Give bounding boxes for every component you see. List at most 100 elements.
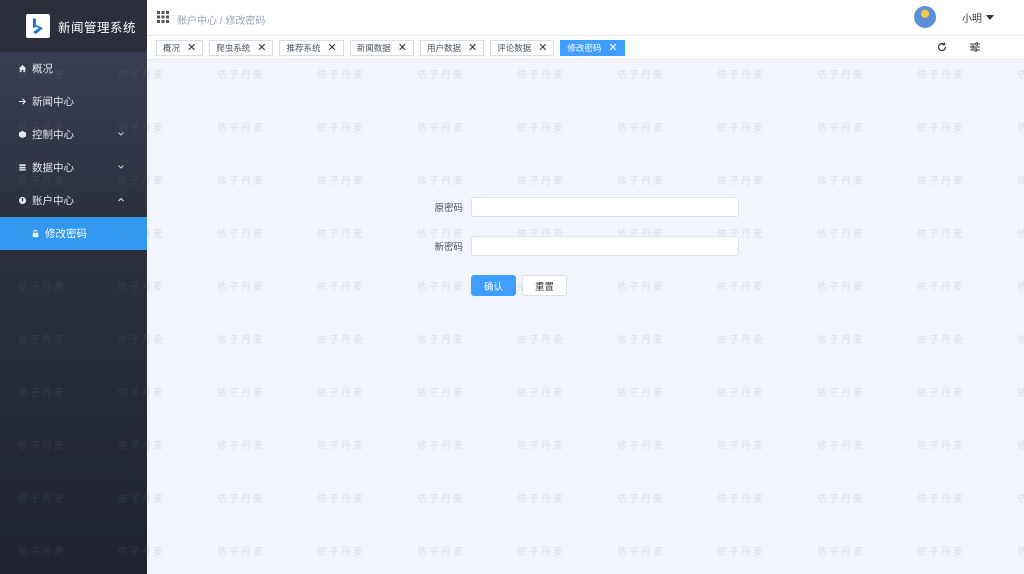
- reset-button[interactable]: 重置: [522, 275, 568, 296]
- tab-overview[interactable]: 概况 ✕: [156, 40, 204, 56]
- form-actions: 确认 重置: [471, 275, 573, 296]
- watermark-text: 依子丹麦: [917, 441, 965, 452]
- logo-icon: [26, 14, 50, 38]
- watermark-text: 依子丹麦: [1017, 225, 1024, 240]
- new-password-input[interactable]: [471, 236, 739, 256]
- caret-down-icon[interactable]: [986, 14, 994, 20]
- logo-row[interactable]: 新闻管理系统: [0, 0, 147, 52]
- watermark-text: 依子丹麦: [317, 547, 365, 558]
- watermark-text: 依子丹麦: [217, 123, 265, 134]
- breadcrumb: 账户中心 / 修改密码: [177, 16, 266, 27]
- watermark-text: 依子丹麦: [147, 441, 165, 452]
- watermark-text: 依子丹麦: [617, 388, 665, 399]
- chevron-down-icon: [118, 132, 124, 136]
- watermark-text: 依子丹麦: [417, 335, 465, 346]
- watermark-text: 依子丹麦: [147, 335, 165, 346]
- sidebar-item-news-center[interactable]: 新闻中心: [0, 85, 147, 118]
- sidebar-item-change-password[interactable]: 修改密码: [0, 217, 147, 250]
- watermark-text: 依子丹麦: [317, 335, 365, 346]
- watermark-text: 依子丹麦: [817, 282, 865, 293]
- tab-label: 概况: [163, 43, 181, 53]
- close-icon[interactable]: ✕: [327, 42, 336, 54]
- watermark-text: 依子丹麦: [217, 282, 265, 293]
- user-icon: [17, 196, 27, 206]
- tab-user-data[interactable]: 用户数据 ✕: [419, 40, 485, 56]
- watermark-text: 依子丹麦: [217, 547, 265, 558]
- watermark-text: 依子丹麦: [817, 123, 865, 134]
- watermark-text: 依子丹麦: [1017, 490, 1024, 505]
- old-password-input[interactable]: [471, 197, 739, 217]
- watermark-text: 依子丹麦: [517, 123, 565, 134]
- watermark-text: 依子丹麦: [417, 388, 465, 399]
- close-icon[interactable]: ✕: [608, 42, 617, 54]
- sidebar-item-data-center[interactable]: 数据中心: [0, 151, 147, 184]
- tab-label: 用户数据: [426, 43, 461, 53]
- watermark-text: 依子丹麦: [147, 494, 165, 505]
- watermark-text: 依子丹麦: [417, 547, 465, 558]
- watermark-text: 依子丹麦: [217, 441, 265, 452]
- tab-recommend-system[interactable]: 推荐系统 ✕: [279, 40, 344, 56]
- watermark-text: 依子丹麦: [147, 229, 165, 240]
- tab-list: 概况 ✕ 爬虫系统 ✕ 推荐系统 ✕ 新闻数据 ✕ 用户数据 ✕ 评论数据 ✕ 修改密码 ✕: [156, 40, 631, 56]
- new-password-label: 新密码: [434, 242, 463, 253]
- watermark-text: 依子丹麦: [817, 547, 865, 558]
- watermark-text: 依子丹麦: [317, 282, 365, 293]
- watermark-text: 依子丹麦: [717, 547, 765, 558]
- top-header: 账户中心 / 修改密码 小明: [147, 0, 1024, 36]
- tab-label: 评论数据: [497, 43, 532, 53]
- settings-sliders-icon[interactable]: [969, 41, 981, 53]
- avatar[interactable]: [914, 6, 936, 28]
- watermark-text: 依子丹麦: [217, 176, 265, 187]
- sidebar-item-control-center[interactable]: 控制中心: [0, 118, 147, 151]
- watermark-text: 依子丹麦: [717, 335, 765, 346]
- sidebar-menu: 概况 新闻中心 控制中心 数据中心 账户中心 修改密码: [0, 52, 147, 250]
- refresh-icon[interactable]: [936, 41, 948, 53]
- sidebar: 新闻管理系统 概况 新闻中心 控制中心 数据中心 账户中心 修改密码: [0, 0, 147, 574]
- close-icon[interactable]: ✕: [187, 42, 196, 54]
- watermark-text: 依子丹麦: [417, 123, 465, 134]
- tab-comment-data[interactable]: 评论数据 ✕: [490, 40, 555, 56]
- watermark-text: 依子丹麦: [1017, 172, 1024, 187]
- watermark-text: 依子丹麦: [1017, 384, 1024, 399]
- lock-icon: [30, 229, 40, 239]
- watermark-text: 依子丹麦: [317, 70, 365, 81]
- watermark-text: 依子丹麦: [817, 494, 865, 505]
- watermark-text: 依子丹麦: [1017, 543, 1024, 558]
- watermark-text: 依子丹麦: [917, 547, 965, 558]
- watermark-text: 依子丹麦: [917, 70, 965, 81]
- watermark-text: 依子丹麦: [147, 70, 165, 81]
- username[interactable]: 小明: [962, 10, 982, 25]
- watermark-layer: 依子丹麦依子丹麦依子丹麦依子丹麦依子丹麦依子丹麦依子丹麦依子丹麦依子丹麦依子丹麦…: [147, 60, 1024, 574]
- watermark-text: 依子丹麦: [717, 388, 765, 399]
- close-icon[interactable]: ✕: [468, 42, 477, 54]
- cube-icon: [17, 130, 27, 140]
- sidebar-item-label: 修改密码: [45, 228, 87, 240]
- old-password-label: 原密码: [434, 203, 463, 214]
- close-icon[interactable]: ✕: [538, 42, 547, 54]
- watermark-text: 依子丹麦: [317, 176, 365, 187]
- grid-menu-icon[interactable]: [157, 11, 169, 23]
- tab-change-password[interactable]: 修改密码 ✕: [560, 40, 625, 56]
- tab-crawler-system[interactable]: 爬虫系统 ✕: [209, 40, 274, 56]
- app-title: 新闻管理系统: [58, 20, 137, 35]
- watermark-text: 依子丹麦: [617, 123, 665, 134]
- watermark-text: 依子丹麦: [817, 388, 865, 399]
- tab-news-data[interactable]: 新闻数据 ✕: [349, 40, 414, 56]
- close-icon[interactable]: ✕: [398, 42, 407, 54]
- watermark-text: 依子丹麦: [917, 176, 965, 187]
- confirm-button[interactable]: 确认: [471, 275, 517, 296]
- sidebar-item-label: 新闻中心: [32, 96, 74, 108]
- tab-label: 推荐系统: [286, 43, 321, 53]
- sidebar-item-overview[interactable]: 概况: [0, 52, 147, 85]
- watermark-text: 依子丹麦: [1017, 66, 1024, 81]
- watermark-text: 依子丹麦: [617, 441, 665, 452]
- watermark-text: 依子丹麦: [717, 441, 765, 452]
- sidebar-item-account-center[interactable]: 账户中心: [0, 184, 147, 217]
- sidebar-item-label: 账户中心: [32, 195, 74, 207]
- close-icon[interactable]: ✕: [257, 42, 266, 54]
- watermark-text: 依子丹麦: [1017, 437, 1024, 452]
- tab-label: 新闻数据: [356, 43, 391, 53]
- old-password-row: 原密码: [415, 197, 739, 217]
- user-menu[interactable]: 小明: [914, 6, 994, 28]
- watermark-text: 依子丹麦: [917, 388, 965, 399]
